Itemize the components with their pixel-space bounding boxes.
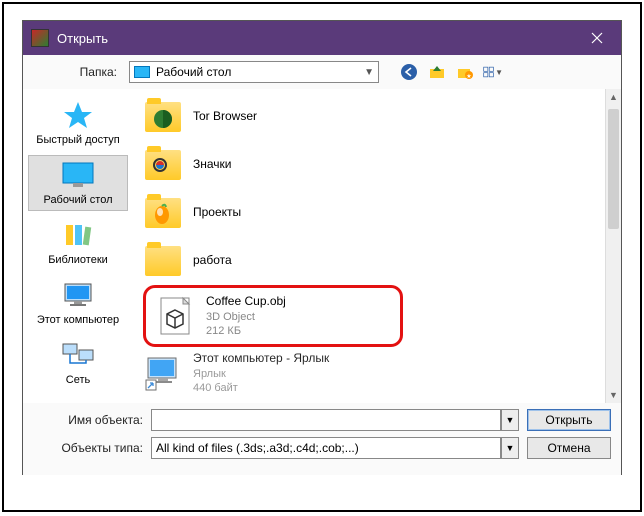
scrollbar-thumb[interactable] (608, 109, 619, 229)
folder-icon (145, 102, 181, 132)
file-name: работа (193, 253, 232, 269)
list-item[interactable]: Значки (137, 141, 613, 189)
list-item[interactable]: Этот компьютер - Ярлык Ярлык 440 байт (137, 347, 613, 399)
list-item[interactable]: Coffee Cup.obj 3D Object 212 КБ (150, 290, 396, 342)
list-item[interactable]: Tor Browser (137, 93, 613, 141)
file-name: Этот компьютер - Ярлык (193, 351, 329, 367)
toolbar-icons: ★ ▼ (399, 62, 503, 82)
folder-combo-value: Рабочий стол (156, 65, 231, 79)
scroll-down-icon[interactable]: ▼ (606, 387, 621, 403)
network-icon (61, 341, 95, 369)
sidebar-item-label: Этот компьютер (37, 314, 119, 326)
dialog-body: Быстрый доступ Рабочий стол Библиотеки Э… (23, 89, 621, 403)
cancel-button[interactable]: Отмена (527, 437, 611, 459)
list-item[interactable]: Проекты (137, 189, 613, 237)
filename-label: Имя объекта: (33, 413, 143, 427)
sidebar-item-label: Сеть (66, 374, 90, 386)
file-name: Coffee Cup.obj (206, 294, 286, 310)
chevron-down-icon: ▼ (364, 67, 374, 78)
folder-label: Папка: (33, 65, 123, 79)
file-size: 212 КБ (206, 324, 286, 338)
bottom-panel: Имя объекта: ▼ Открыть Объекты типа: ▼ О… (23, 403, 621, 475)
sidebar-item-quick-access[interactable]: Быстрый доступ (28, 95, 128, 151)
filetype-combo[interactable] (151, 437, 501, 459)
filetype-label: Объекты типа: (33, 441, 143, 455)
file-type: Ярлык (193, 367, 329, 381)
obj-file-icon (157, 296, 195, 336)
sidebar-item-label: Рабочий стол (43, 194, 112, 206)
shortcut-icon (144, 354, 182, 392)
chevron-down-icon: ▼ (495, 68, 503, 77)
view-menu-button[interactable]: ▼ (483, 62, 503, 82)
view-icon (483, 64, 494, 80)
list-item[interactable]: работа (137, 237, 613, 285)
file-type: 3D Object (206, 310, 286, 324)
folder-icon (145, 246, 181, 276)
scrollbar[interactable]: ▲ ▼ (605, 89, 621, 403)
titlebar: Открыть (23, 21, 621, 55)
filename-dropdown-button[interactable]: ▼ (501, 409, 519, 431)
computer-icon (61, 281, 95, 309)
svg-text:★: ★ (466, 73, 471, 80)
new-folder-button[interactable]: ★ (455, 62, 475, 82)
back-button[interactable] (399, 62, 419, 82)
window-title: Открыть (57, 31, 573, 46)
highlighted-item: Coffee Cup.obj 3D Object 212 КБ (143, 285, 403, 347)
file-name: Проекты (193, 205, 241, 221)
chevron-down-icon: ▼ (506, 415, 515, 425)
sidebar-item-desktop[interactable]: Рабочий стол (28, 155, 128, 211)
folder-combo[interactable]: Рабочий стол ▼ (129, 61, 379, 83)
back-icon (400, 63, 418, 81)
chevron-down-icon: ▼ (506, 443, 515, 453)
open-dialog: Открыть Папка: Рабочий стол ▼ ★ ▼ (22, 20, 622, 475)
close-button[interactable] (573, 21, 621, 55)
desktop-icon (134, 66, 150, 78)
sidebar-item-label: Быстрый доступ (36, 134, 120, 146)
places-sidebar: Быстрый доступ Рабочий стол Библиотеки Э… (23, 89, 133, 403)
app-icon (31, 29, 49, 47)
scroll-up-icon[interactable]: ▲ (606, 89, 621, 105)
sidebar-item-this-pc[interactable]: Этот компьютер (28, 275, 128, 331)
star-icon (62, 100, 94, 130)
filename-input[interactable] (151, 409, 501, 431)
libraries-icon (62, 221, 94, 249)
folder-icon (145, 198, 181, 228)
up-folder-icon (428, 63, 446, 81)
file-list: Tor Browser Значки Проекты работа (133, 89, 621, 403)
file-name: Значки (193, 157, 232, 173)
sidebar-item-network[interactable]: Сеть (28, 335, 128, 391)
close-icon (591, 32, 603, 44)
sidebar-item-libraries[interactable]: Библиотеки (28, 215, 128, 271)
file-size: 440 байт (193, 381, 329, 395)
folder-icon (145, 150, 181, 180)
up-button[interactable] (427, 62, 447, 82)
filetype-dropdown-button[interactable]: ▼ (501, 437, 519, 459)
open-button[interactable]: Открыть (527, 409, 611, 431)
desktop-icon (61, 161, 95, 189)
toolbar: Папка: Рабочий стол ▼ ★ ▼ (23, 55, 621, 89)
new-folder-icon: ★ (456, 63, 474, 81)
sidebar-item-label: Библиотеки (48, 254, 108, 266)
file-name: Tor Browser (193, 109, 257, 125)
